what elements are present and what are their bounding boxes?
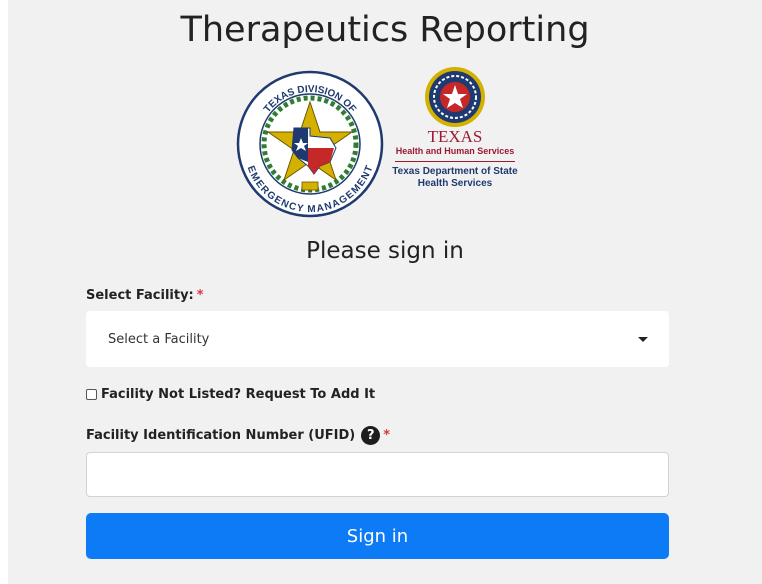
dshs-hhs-wordmark: Health and Human Services <box>395 146 515 156</box>
dshs-divider <box>395 161 515 162</box>
sign-in-button[interactable]: Sign in <box>86 513 669 559</box>
page-title: Therapeutics Reporting <box>180 10 590 50</box>
caret-down-icon <box>638 337 648 342</box>
required-mark: * <box>383 428 391 443</box>
required-mark: * <box>196 288 204 303</box>
facility-label: Select Facility: * <box>86 288 204 303</box>
facility-not-listed-row[interactable]: Facility Not Listed? Request To Add It <box>86 387 375 402</box>
tdem-logo: TEXAS DIVISION OF EMERGENCY MANAGEMENT <box>236 70 384 223</box>
sign-in-heading: Please sign in <box>306 238 464 264</box>
ufid-input[interactable] <box>86 452 669 497</box>
help-icon[interactable]: ? <box>361 426 381 445</box>
dshs-logo: TEXAS Health and Human Services Texas De… <box>385 66 525 190</box>
sign-in-page: Therapeutics Reporting TEXAS DIVISION OF… <box>8 0 762 584</box>
dshs-texas-wordmark: TEXAS <box>427 127 483 146</box>
ufid-label: Facility Identification Number (UFID)? * <box>86 426 390 445</box>
ufid-label-text: Facility Identification Number (UFID) <box>86 428 356 443</box>
logos: TEXAS DIVISION OF EMERGENCY MANAGEMENT T… <box>233 66 533 218</box>
facility-not-listed-label[interactable]: Facility Not Listed? Request To Add It <box>101 387 375 402</box>
dshs-dept-line-1: Texas Department of State <box>392 166 518 177</box>
tdem-seal-icon: TEXAS DIVISION OF EMERGENCY MANAGEMENT <box>236 70 384 218</box>
facility-not-listed-checkbox[interactable] <box>86 389 97 400</box>
texas-hhs-seal-icon <box>425 67 485 127</box>
facility-select[interactable]: Select a Facility <box>86 311 669 367</box>
dshs-dept-line-2: Health Services <box>417 178 493 189</box>
facility-label-text: Select Facility: <box>86 288 194 303</box>
facility-select-value: Select a Facility <box>108 331 210 347</box>
